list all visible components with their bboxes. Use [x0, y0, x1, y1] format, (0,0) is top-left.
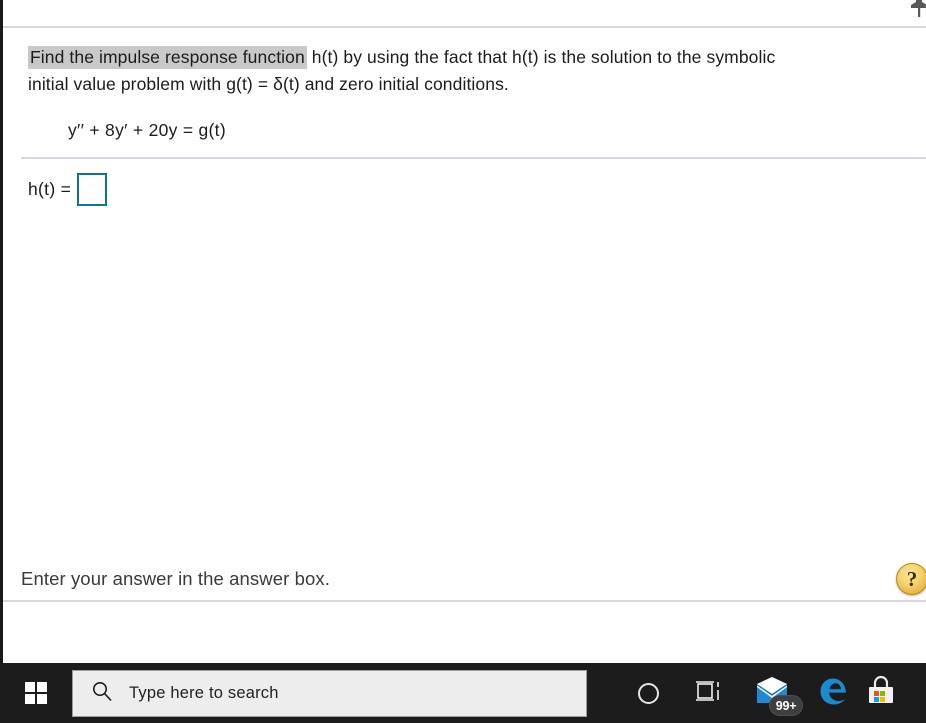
windows-start-icon	[25, 682, 47, 704]
taskbar-search-placeholder: Type here to search	[129, 683, 279, 702]
exercise-window: Find the impulse response function h(t) …	[0, 0, 926, 663]
taskbar-item-mail[interactable]: 99+	[741, 663, 803, 723]
start-button[interactable]	[0, 663, 72, 723]
footer-prompt-text: Enter your answer in the answer box.	[21, 567, 331, 589]
mail-badge: 99+	[769, 695, 803, 716]
nav-strip	[3, 602, 926, 663]
microsoft-store-icon	[865, 675, 897, 712]
question-body: Find the impulse response function h(t) …	[3, 28, 926, 158]
help-icon: ?	[906, 566, 918, 591]
cortana-icon	[637, 682, 659, 704]
help-button[interactable]: ?	[896, 563, 926, 595]
answer-input[interactable]	[77, 173, 108, 206]
window-top-strip	[3, 0, 926, 27]
taskbar-item-microsoft-store[interactable]	[865, 663, 909, 723]
windows-taskbar: Type here to search 99+	[0, 663, 926, 723]
differential-equation: y′′ + 8y′ + 20y = g(t)	[68, 120, 226, 140]
taskbar-icons: 99+	[617, 663, 909, 723]
pin-icon[interactable]	[903, 0, 926, 20]
question-line-1: Find the impulse response function h(t) …	[28, 44, 926, 71]
question-line-1-rest: h(t) by using the fact that h(t) is the …	[306, 47, 776, 67]
taskbar-item-task-view[interactable]	[679, 663, 741, 723]
question-line-2: initial value problem with g(t) = δ(t) a…	[28, 74, 509, 94]
highlighted-phrase: Find the impulse response function	[28, 46, 307, 69]
taskbar-item-cortana[interactable]	[617, 663, 679, 723]
mid-divider	[21, 157, 926, 159]
answer-row: h(t) =	[28, 173, 108, 206]
screen-root: Find the impulse response function h(t) …	[0, 0, 926, 723]
taskbar-search-input[interactable]: Type here to search	[72, 669, 587, 717]
search-icon	[91, 680, 113, 707]
taskbar-item-edge[interactable]	[803, 663, 865, 723]
task-view-icon	[696, 679, 724, 708]
edge-browser-icon	[817, 674, 851, 713]
answer-label: h(t) =	[28, 179, 72, 199]
footer-prompt: Enter your answer in the answer box.	[3, 556, 926, 601]
